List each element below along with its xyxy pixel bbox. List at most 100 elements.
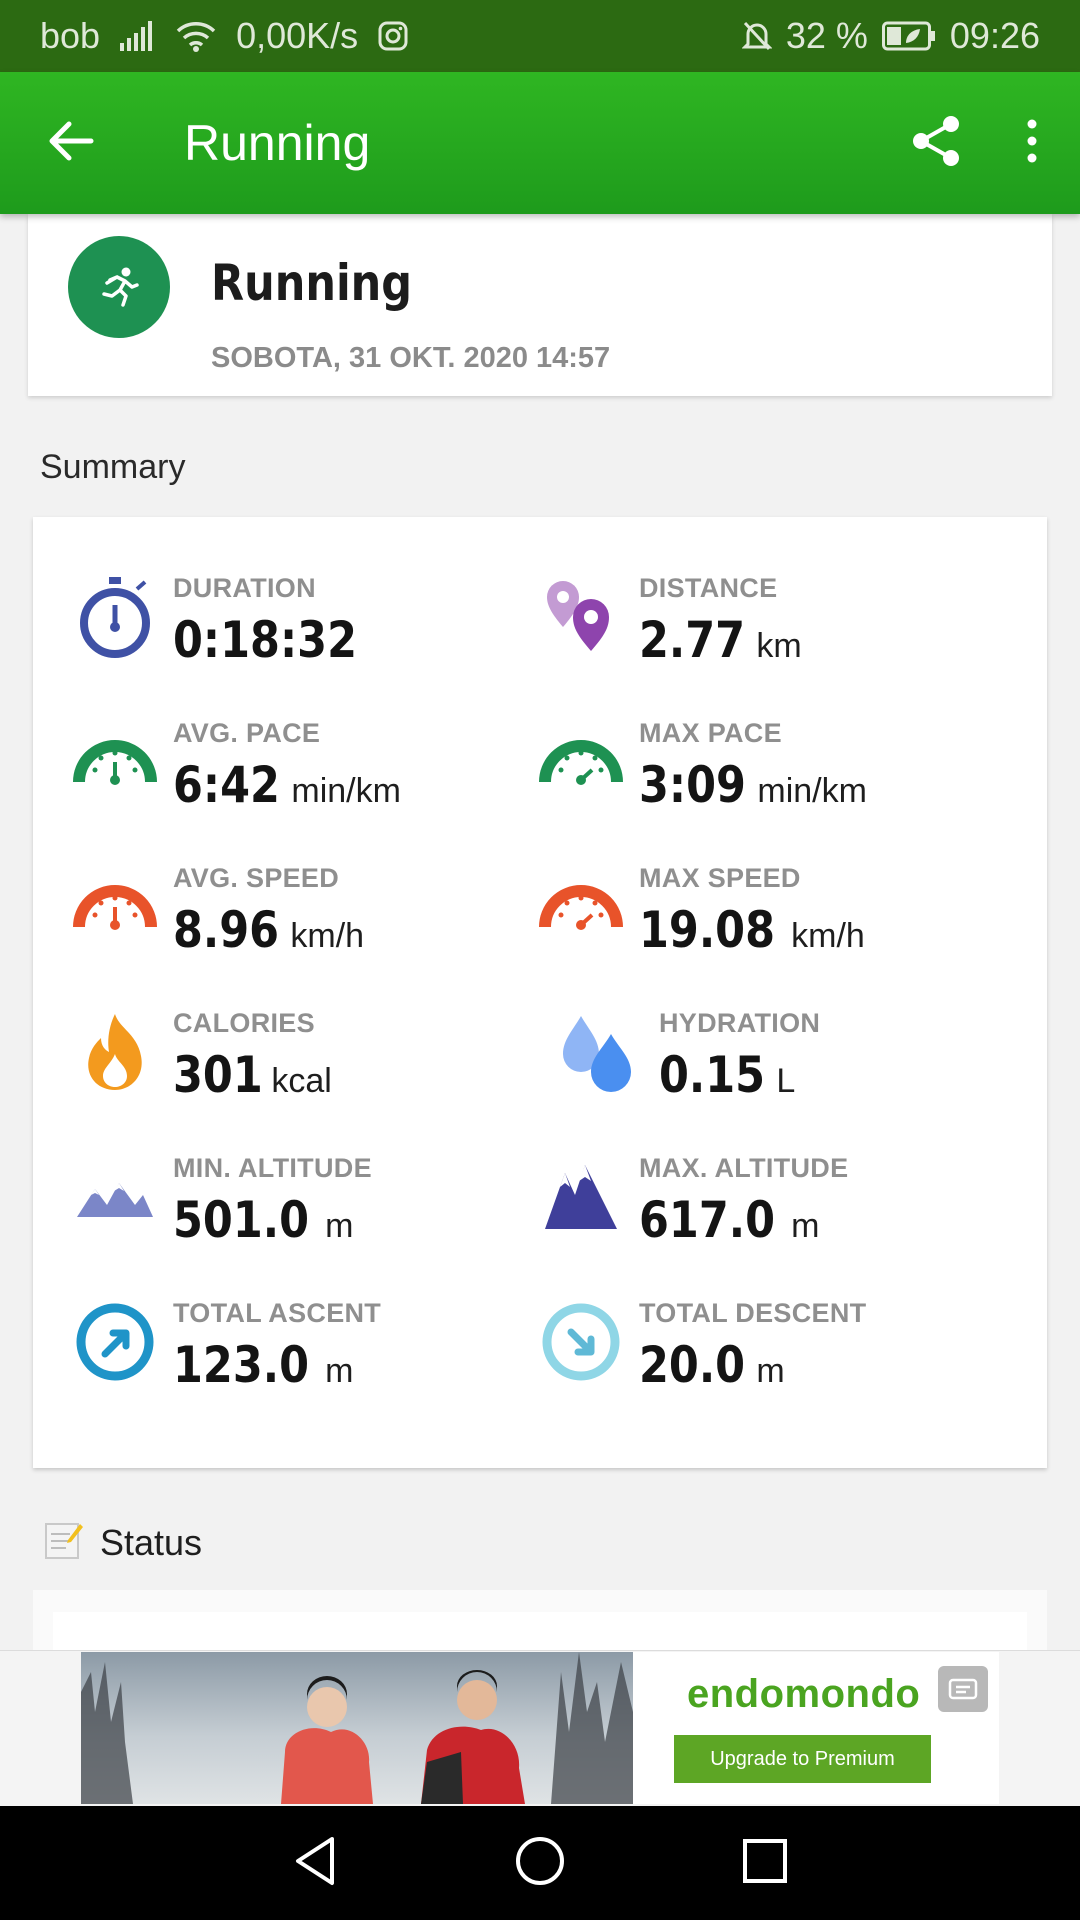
stat-max-altitude: MAX. ALTITUDE 617.0 m: [539, 1141, 999, 1261]
stat-unit: m: [325, 1352, 354, 1390]
stat-total-descent: TOTAL DESCENT 20.0 m: [539, 1286, 999, 1406]
stat-value: 8.96: [173, 901, 280, 959]
more-vert-icon: [1026, 119, 1038, 168]
carrier-label: bob: [40, 15, 101, 56]
stat-unit: m: [791, 1207, 820, 1245]
stat-avg-pace: AVG. PACE 6:42 min/km: [73, 706, 533, 826]
stat-value: 0:18:32: [173, 611, 357, 669]
workout-datetime: SOBOTA, 31 OKT. 2020 14:57: [211, 342, 611, 374]
back-arrow-icon: [47, 121, 95, 166]
nav-back-icon: [292, 1835, 338, 1892]
stat-label: MAX. ALTITUDE: [639, 1153, 849, 1183]
summary-heading: Summary: [40, 448, 186, 486]
stat-value: 617.0: [639, 1191, 776, 1249]
workout-title: Running: [211, 254, 413, 312]
stat-unit: L: [776, 1062, 796, 1100]
stat-unit: km: [756, 627, 802, 665]
mountains-icon: [73, 1155, 157, 1239]
nav-home-button[interactable]: [495, 1818, 585, 1908]
status-bar: bob 0,00K/s 32 % 09:26: [0, 0, 1080, 72]
stat-unit: min/km: [757, 772, 867, 810]
stat-label: MAX SPEED: [639, 863, 801, 893]
stat-hydration: HYDRATION 0.15 L: [539, 996, 999, 1116]
battery-icon: [881, 21, 936, 51]
back-button[interactable]: [0, 72, 142, 214]
stat-unit: km/h: [290, 917, 365, 955]
app-bar: Running: [0, 72, 1080, 214]
status-heading: Status: [44, 1520, 202, 1565]
mountains-icon: [539, 1155, 623, 1239]
app-bar-title: Running: [184, 115, 371, 171]
ascent-arrow-icon: [73, 1300, 157, 1384]
stat-unit: m: [325, 1207, 354, 1245]
stat-label: HYDRATION: [659, 1008, 821, 1038]
stat-calories: CALORIES 301 kcal: [73, 996, 533, 1116]
stat-max-pace: MAX PACE 3:09 min/km: [539, 706, 999, 826]
clock: 09:26: [949, 15, 1040, 56]
share-icon: [911, 114, 961, 173]
note-edit-icon: [44, 1520, 84, 1565]
ad-brand: endomondo: [687, 1672, 921, 1716]
more-options-button[interactable]: [984, 72, 1080, 214]
instagram-icon: [378, 21, 408, 51]
stat-value: 3:09: [639, 756, 746, 814]
stat-label: AVG. PACE: [173, 718, 321, 748]
summary-card: DURATION 0:18:32 DISTANCE 2.77 km AVG. PA…: [33, 517, 1047, 1468]
stat-unit: kcal: [271, 1062, 332, 1100]
status-heading-label: Status: [100, 1521, 203, 1563]
stat-unit: min/km: [291, 772, 401, 810]
stat-label: CALORIES: [173, 1008, 315, 1038]
stat-duration: DURATION 0:18:32: [73, 561, 533, 681]
bell-off-icon: [741, 20, 772, 52]
stat-value: 2.77: [639, 611, 746, 669]
map-pins-icon: [539, 575, 623, 659]
ad-banner[interactable]: endomondo Upgrade to Premium: [81, 1652, 999, 1804]
gauge-icon: [73, 720, 157, 804]
stat-label: DURATION: [173, 573, 316, 603]
stat-max-speed: MAX SPEED 19.08 km/h: [539, 851, 999, 971]
ad-photo: [81, 1652, 633, 1804]
stat-unit: m: [756, 1352, 785, 1390]
workout-header-card: Running SOBOTA, 31 OKT. 2020 14:57: [28, 214, 1052, 396]
stat-avg-speed: AVG. SPEED 8.96 km/h: [73, 851, 533, 971]
stat-label: MIN. ALTITUDE: [173, 1153, 372, 1183]
stat-label: MAX PACE: [639, 718, 782, 748]
stat-label: DISTANCE: [639, 573, 778, 603]
stat-value: 301: [173, 1046, 263, 1104]
nav-home-icon: [514, 1835, 566, 1892]
status-input-area[interactable]: [53, 1612, 1027, 1652]
water-drops-icon: [555, 1010, 639, 1094]
wifi-icon: [176, 20, 216, 52]
stat-min-altitude: MIN. ALTITUDE 501.0 m: [73, 1141, 533, 1261]
stat-value: 20.0: [639, 1336, 746, 1394]
running-person-icon: [68, 236, 170, 338]
speedometer-icon: [73, 865, 157, 949]
status-card: [33, 1590, 1047, 1652]
stopwatch-icon: [73, 575, 157, 659]
stat-label: TOTAL ASCENT: [173, 1298, 382, 1328]
stat-label: AVG. SPEED: [173, 863, 340, 893]
flame-icon: [73, 1010, 157, 1094]
descent-arrow-icon: [539, 1300, 623, 1384]
net-speed-label: 0,00K/s: [236, 15, 359, 56]
stat-value: 123.0: [173, 1336, 310, 1394]
stat-value: 0.15: [659, 1046, 766, 1104]
navigation-bar: [0, 1806, 1080, 1920]
share-button[interactable]: [888, 72, 984, 214]
stat-unit: km/h: [791, 917, 865, 955]
stat-value: 6:42: [173, 756, 280, 814]
battery-percent: 32 %: [785, 15, 868, 56]
nav-back-button[interactable]: [270, 1818, 360, 1908]
speedometer-icon: [539, 865, 623, 949]
ad-upgrade-button[interactable]: Upgrade to Premium: [674, 1735, 931, 1783]
stat-distance: DISTANCE 2.77 km: [539, 561, 999, 681]
stat-value: 19.08: [639, 901, 776, 959]
stat-label: TOTAL DESCENT: [639, 1298, 867, 1328]
nav-recents-icon: [741, 1837, 789, 1890]
nav-recents-button[interactable]: [720, 1818, 810, 1908]
signal-icon: [120, 21, 156, 51]
stat-value: 501.0: [173, 1191, 310, 1249]
gauge-icon: [539, 720, 623, 804]
stat-total-ascent: TOTAL ASCENT 123.0 m: [73, 1286, 533, 1406]
ad-badge-icon[interactable]: [938, 1666, 988, 1712]
